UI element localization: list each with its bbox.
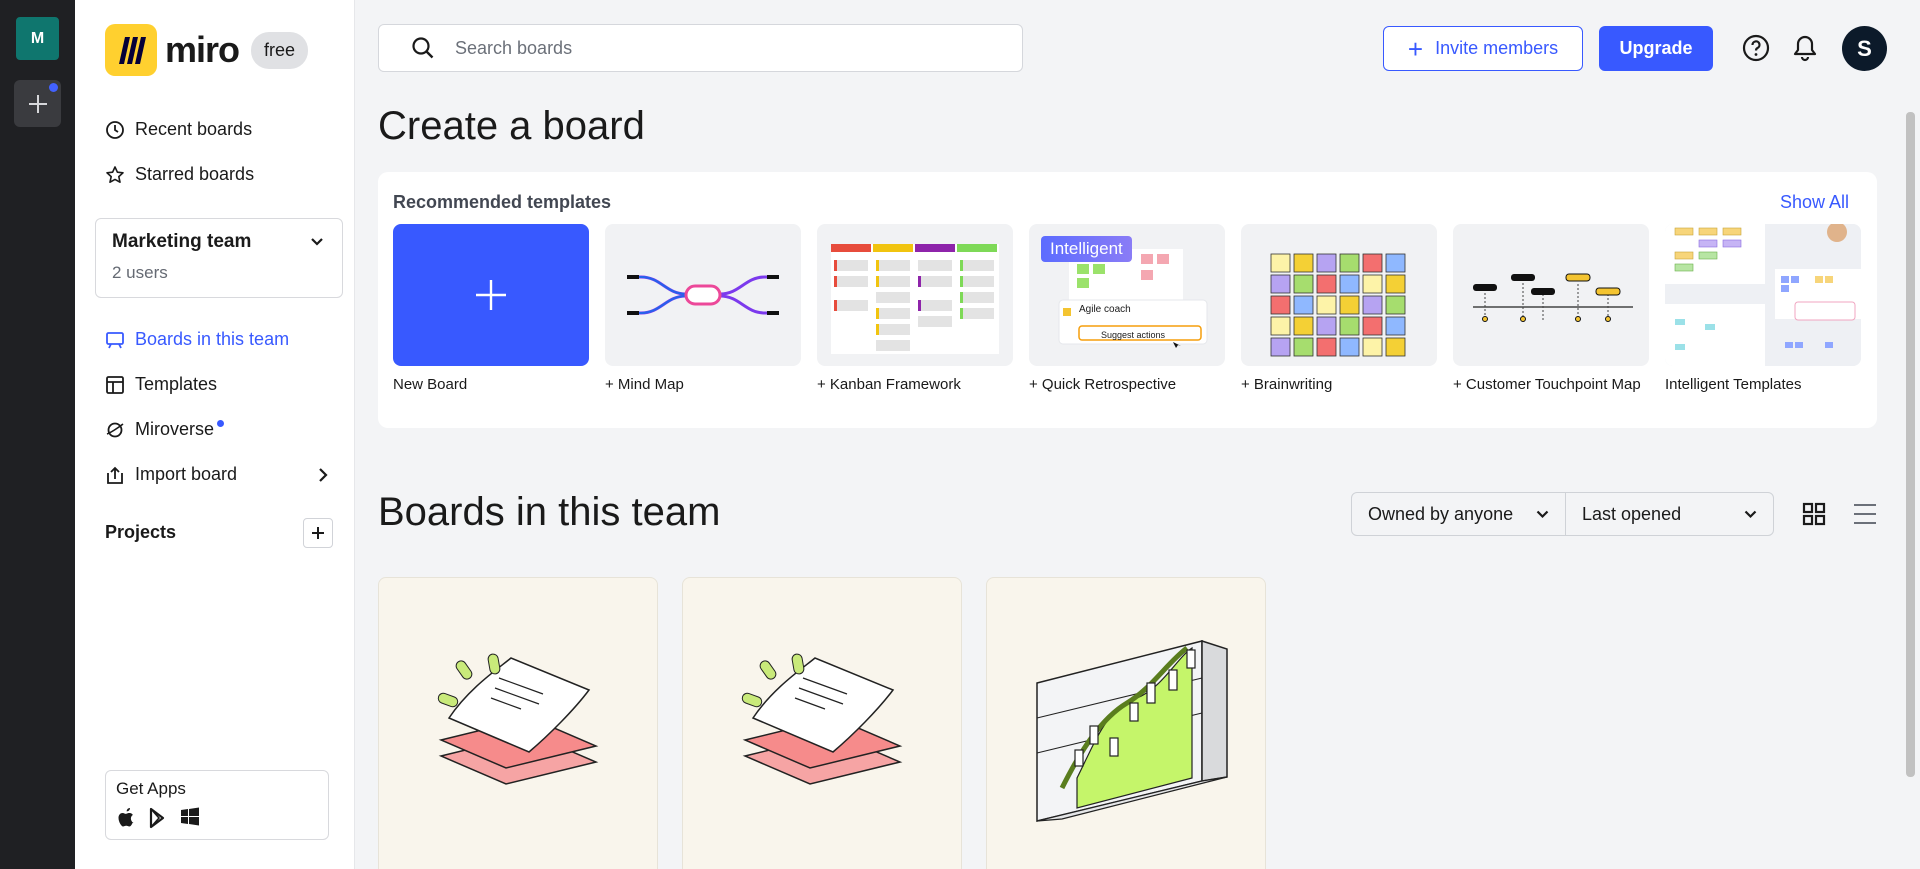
nav-label: Templates <box>135 374 218 394</box>
nav-label: Starred boards <box>135 164 255 184</box>
star-icon <box>106 165 124 183</box>
projects-title: Projects <box>105 522 177 542</box>
template-label: + Customer Touchpoint Map <box>1453 376 1641 393</box>
team-name: Marketing team <box>112 231 252 252</box>
plus-icon <box>312 527 324 539</box>
user-avatar[interactable]: S <box>1842 26 1887 71</box>
owner-filter-value: Owned by anyone <box>1368 503 1514 524</box>
board-card[interactable] <box>682 577 962 869</box>
import-icon <box>107 466 123 484</box>
invite-label: Invite members <box>1435 38 1559 58</box>
template-label: Intelligent Templates <box>1665 376 1802 393</box>
template-label: + Quick Retrospective <box>1029 376 1177 393</box>
brainwriting-thumb <box>1241 224 1437 366</box>
chart-illustration <box>1036 639 1228 822</box>
nav-label: Boards in this team <box>135 329 290 349</box>
section-title: Boards in this team <box>378 490 721 534</box>
sort-value: Last opened <box>1582 503 1682 524</box>
nav-label: Miroverse <box>135 419 215 439</box>
get-apps-box: Get Apps <box>105 770 329 840</box>
notification-dot <box>49 83 58 92</box>
intelligent-templates-thumb <box>1665 224 1861 366</box>
team-users-count: 2 users <box>112 263 168 282</box>
new-indicator-dot <box>217 420 225 427</box>
google-play-icon[interactable] <box>148 807 168 829</box>
help-icon[interactable] <box>1742 34 1770 62</box>
add-project-button[interactable] <box>303 518 333 548</box>
bell-icon[interactable] <box>1792 34 1818 62</box>
kanban-thumb <box>817 224 1013 366</box>
owner-filter-select[interactable]: Owned by anyone <box>1351 492 1566 536</box>
team-switch-button[interactable]: M <box>14 15 61 62</box>
nav-label: Recent boards <box>135 119 253 139</box>
get-apps-title: Get Apps <box>116 779 186 798</box>
team-selector[interactable]: Marketing team 2 users <box>95 218 343 298</box>
plan-badge: free <box>251 31 309 69</box>
search-input[interactable]: Search boards <box>378 24 1023 72</box>
retrospective-thumb: Intelligent Agile coach Suggest actions <box>1029 224 1225 366</box>
plus-icon <box>28 94 47 113</box>
nav-starred-boards[interactable]: Starred boards <box>105 164 254 185</box>
planet-icon <box>106 422 124 437</box>
template-quick-retrospective[interactable]: Intelligent Agile coach Suggest actions … <box>1029 224 1225 394</box>
suggest-actions-label: Suggest actions <box>1101 330 1166 340</box>
nav-templates[interactable]: Templates <box>105 374 217 395</box>
upgrade-button[interactable]: Upgrade <box>1599 26 1713 71</box>
mind-map-thumb <box>605 224 801 366</box>
template-brainwriting[interactable]: + Brainwriting <box>1241 224 1437 394</box>
list-view-icon[interactable] <box>1852 502 1878 526</box>
search-placeholder: Search boards <box>455 37 573 58</box>
add-team-button[interactable] <box>14 80 61 127</box>
plus-icon: + <box>1407 33 1424 64</box>
plus-icon <box>476 280 506 310</box>
template-icon <box>106 375 124 394</box>
template-label: New Board <box>393 376 468 393</box>
chevron-down-icon <box>1536 510 1549 518</box>
template-mind-map[interactable]: + Mind Map <box>605 224 801 394</box>
new-board-thumb <box>393 224 589 366</box>
templates-panel: Recommended templates Show All New Board… <box>378 172 1877 428</box>
sort-select[interactable]: Last opened <box>1565 492 1774 536</box>
document-illustration <box>437 653 599 785</box>
invite-members-button[interactable]: + Invite members <box>1383 26 1583 71</box>
chevron-down-icon <box>311 238 323 246</box>
miro-logo-icon <box>105 24 157 76</box>
board-card[interactable] <box>986 577 1266 869</box>
template-label: + Brainwriting <box>1241 376 1333 393</box>
touchpoint-thumb <box>1453 224 1649 366</box>
template-new-board[interactable]: New Board <box>393 224 589 394</box>
show-all-link[interactable]: Show All <box>1780 192 1849 213</box>
document-illustration <box>741 653 903 785</box>
logo-text: miro <box>165 29 240 70</box>
template-label: + Mind Map <box>605 376 684 393</box>
search-icon <box>412 37 434 59</box>
chevron-right-icon <box>319 467 328 482</box>
grid-view-icon[interactable] <box>1802 502 1826 526</box>
recommended-templates-title: Recommended templates <box>393 192 612 212</box>
apple-icon[interactable] <box>116 807 136 829</box>
agile-coach-label: Agile coach <box>1079 304 1131 315</box>
windows-icon[interactable] <box>180 807 200 827</box>
clock-icon <box>106 120 124 139</box>
template-label: + Kanban Framework <box>817 376 961 393</box>
nav-label: Import board <box>135 464 238 484</box>
board-icon <box>106 331 124 348</box>
template-kanban[interactable]: + Kanban Framework <box>817 224 1013 394</box>
nav-import-board[interactable]: Import board <box>105 464 328 485</box>
chevron-down-icon <box>1744 510 1757 518</box>
template-customer-touchpoint-map[interactable]: + Customer Touchpoint Map <box>1453 224 1649 394</box>
team-rail: M <box>0 0 75 869</box>
page-scrollbar[interactable] <box>1906 112 1915 777</box>
sidebar: miro free Recent boards Starred boards M… <box>75 0 355 869</box>
nav-recent-boards[interactable]: Recent boards <box>105 119 252 140</box>
page-title: Create a board <box>378 104 645 148</box>
nav-miroverse[interactable]: Miroverse <box>105 419 225 440</box>
template-intelligent-templates[interactable]: Intelligent Templates <box>1665 224 1861 394</box>
board-card[interactable] <box>378 577 658 869</box>
miro-logo[interactable]: miro free <box>105 24 309 76</box>
nav-boards-in-team[interactable]: Boards in this team <box>105 329 289 350</box>
intelligent-badge: Intelligent <box>1041 236 1132 262</box>
